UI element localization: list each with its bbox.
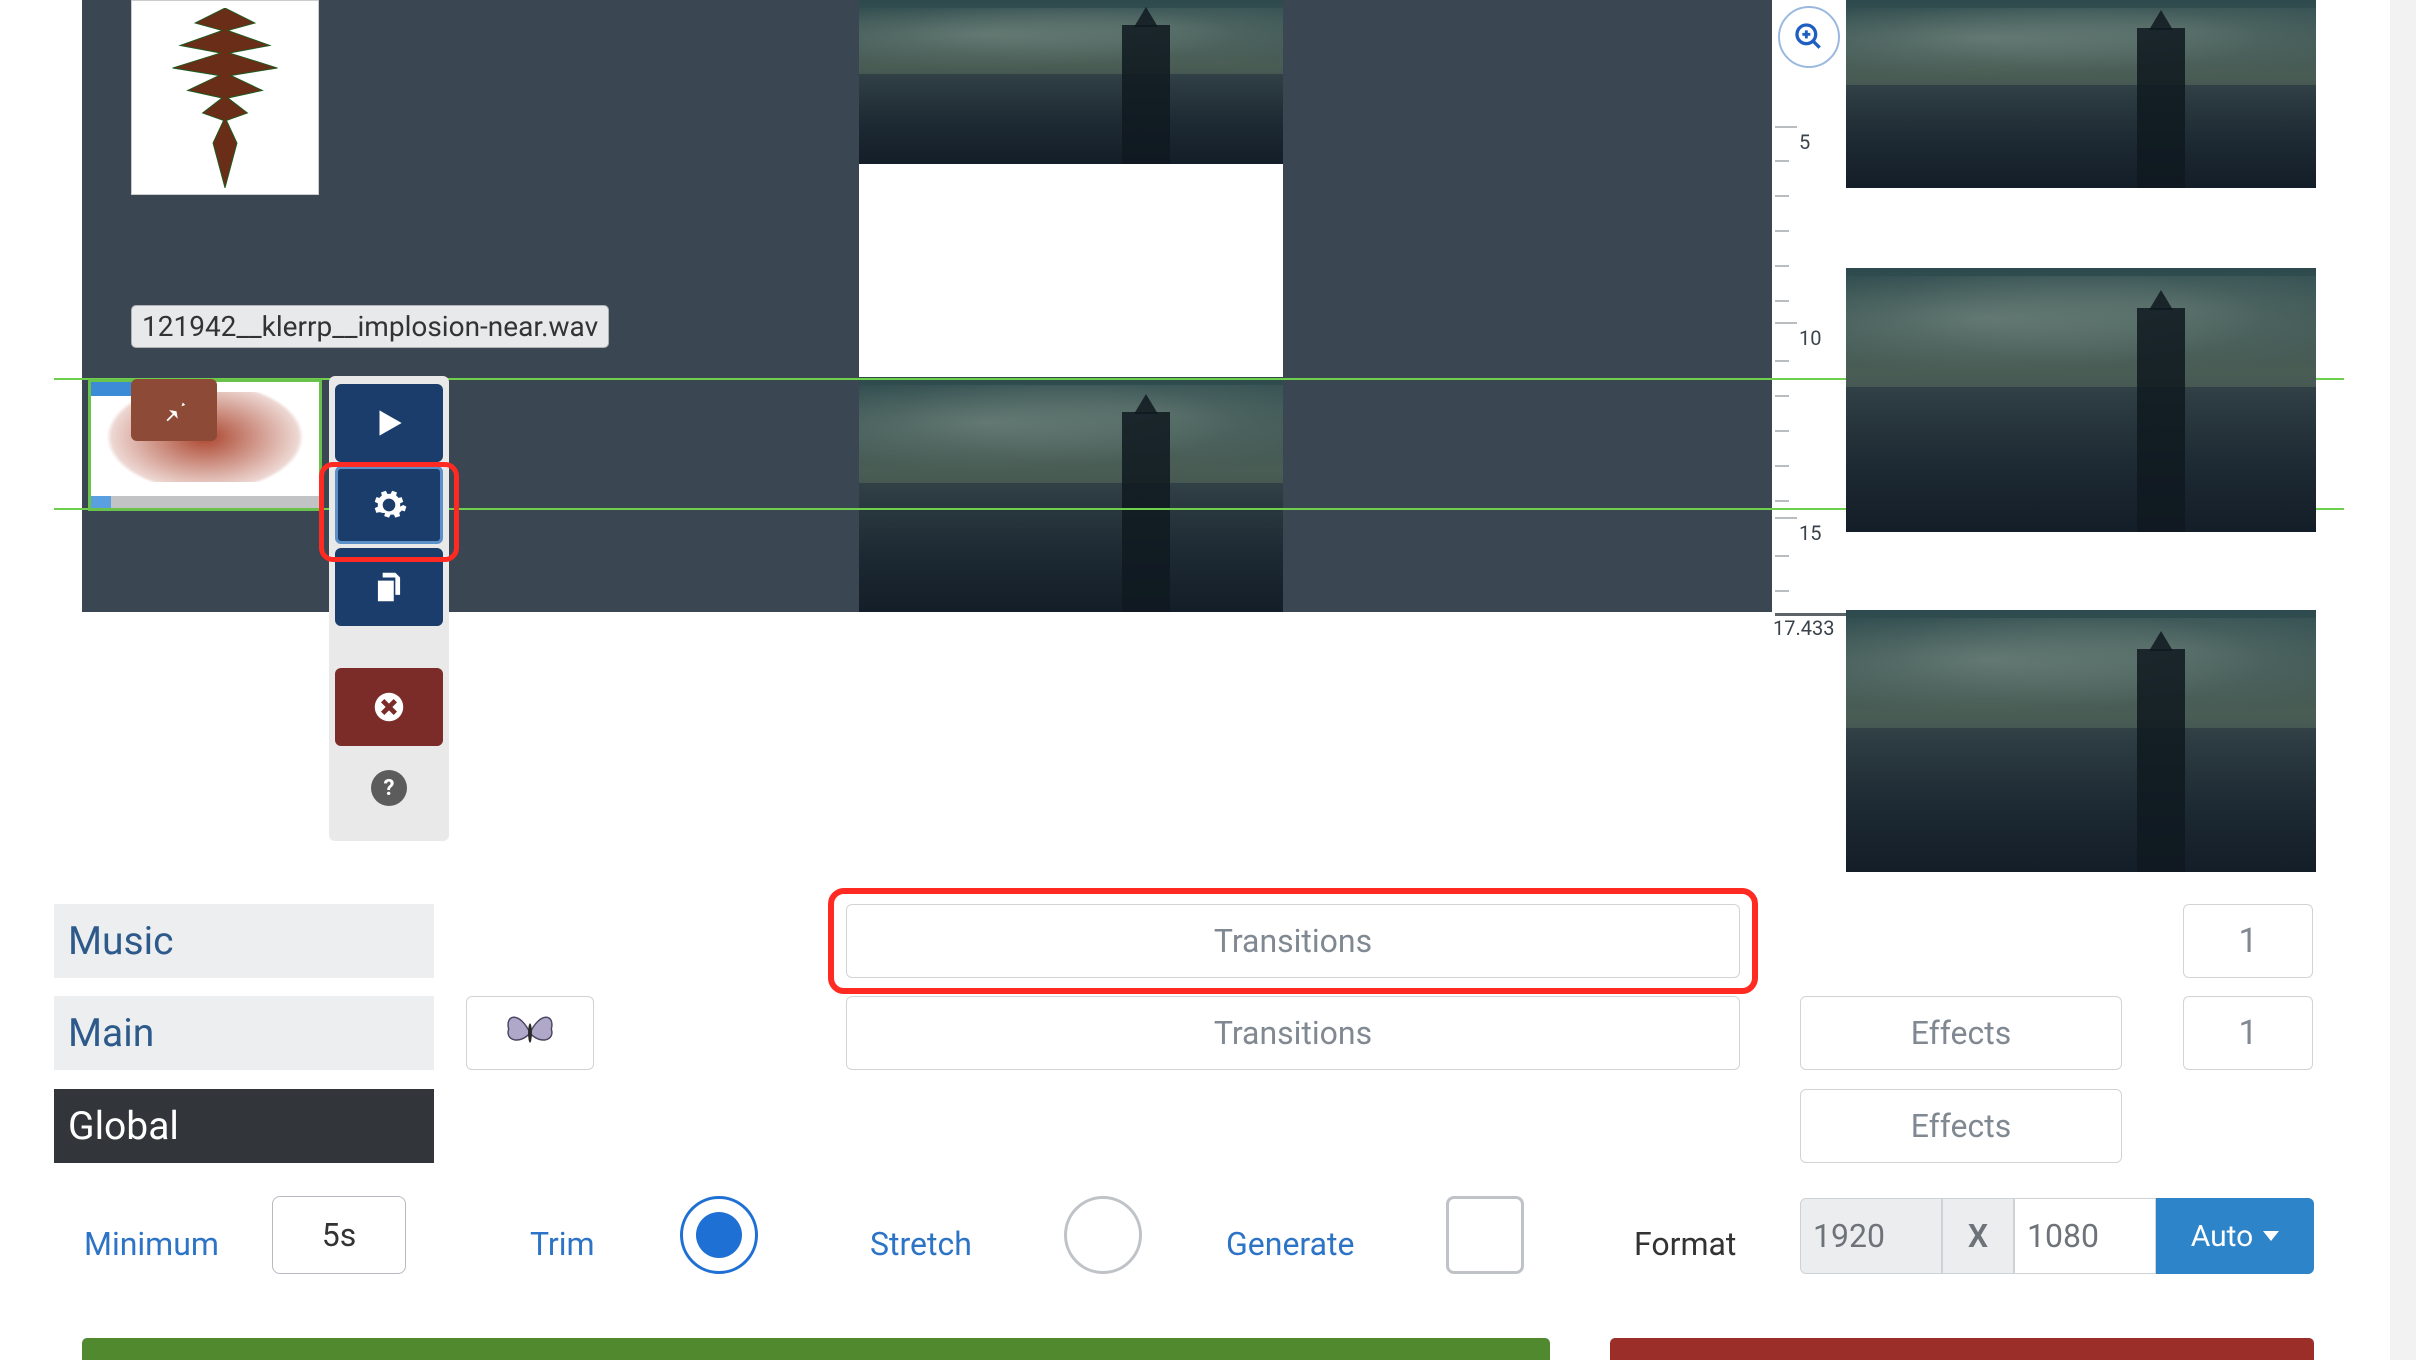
format-auto-label: Auto (2191, 1219, 2254, 1254)
minimum-input[interactable]: 5s (272, 1196, 406, 1274)
ruler-tick-10: 10 (1799, 326, 1821, 350)
clip-filename-label: 121942__klerrp__implosion-near.wav (131, 305, 609, 348)
transitions-music-button[interactable]: Transitions (846, 904, 1740, 978)
layer-main[interactable]: Main (54, 996, 434, 1070)
vertical-scrollbar[interactable] (2390, 0, 2416, 1360)
trim-label[interactable]: Trim (530, 1225, 595, 1263)
frame-thumb-2[interactable] (1846, 268, 2316, 532)
count-main[interactable]: 1 (2183, 996, 2313, 1070)
layer-global[interactable]: Global (54, 1089, 434, 1163)
format-x: X (1942, 1198, 2014, 1274)
frame-thumb-3[interactable] (1846, 610, 2316, 872)
generate-label[interactable]: Generate (1226, 1225, 1354, 1263)
preview-blank (859, 164, 1283, 377)
format-label: Format (1634, 1225, 1736, 1263)
count-music[interactable]: 1 (2183, 904, 2313, 978)
ruler-tick-end: 17.433 (1773, 616, 1834, 640)
trim-radio[interactable] (680, 1196, 758, 1274)
ruler-tick-15: 15 (1799, 521, 1821, 545)
stretch-label[interactable]: Stretch (870, 1225, 972, 1263)
cancel-render-button[interactable] (1610, 1338, 2314, 1360)
format-auto-dropdown[interactable]: Auto (2156, 1198, 2314, 1274)
preview-panel (859, 0, 1283, 612)
layer-music[interactable]: Music (54, 904, 434, 978)
ruler-tick-5: 5 (1799, 130, 1810, 154)
preview-frame-2 (859, 377, 1283, 612)
preview-frame-1 (859, 0, 1283, 164)
generate-checkbox[interactable] (1446, 1196, 1524, 1274)
layer-thumbnail[interactable] (466, 996, 594, 1070)
transitions-main-button[interactable]: Transitions (846, 996, 1740, 1070)
frame-thumb-1[interactable] (1846, 0, 2316, 188)
render-button[interactable] (82, 1338, 1550, 1360)
format-height-input[interactable]: 1080 (2014, 1198, 2156, 1274)
format-width-input[interactable]: 1920 (1800, 1198, 1942, 1274)
help-button[interactable]: ? (371, 770, 407, 806)
pin-button[interactable] (131, 379, 217, 441)
minimum-label: Minimum (84, 1225, 219, 1263)
play-button[interactable] (335, 384, 443, 462)
stretch-radio[interactable] (1064, 1196, 1142, 1274)
effects-global-button[interactable]: Effects (1800, 1089, 2122, 1163)
copy-button[interactable] (335, 548, 443, 626)
effects-main-button[interactable]: Effects (1800, 996, 2122, 1070)
clip-action-menu: ? (329, 376, 449, 841)
settings-button[interactable] (335, 466, 443, 544)
waveform-thumb-upper[interactable] (131, 0, 319, 195)
delete-button[interactable] (335, 668, 443, 746)
timeline-ruler: 5 10 15 17.433 (1775, 0, 1850, 640)
